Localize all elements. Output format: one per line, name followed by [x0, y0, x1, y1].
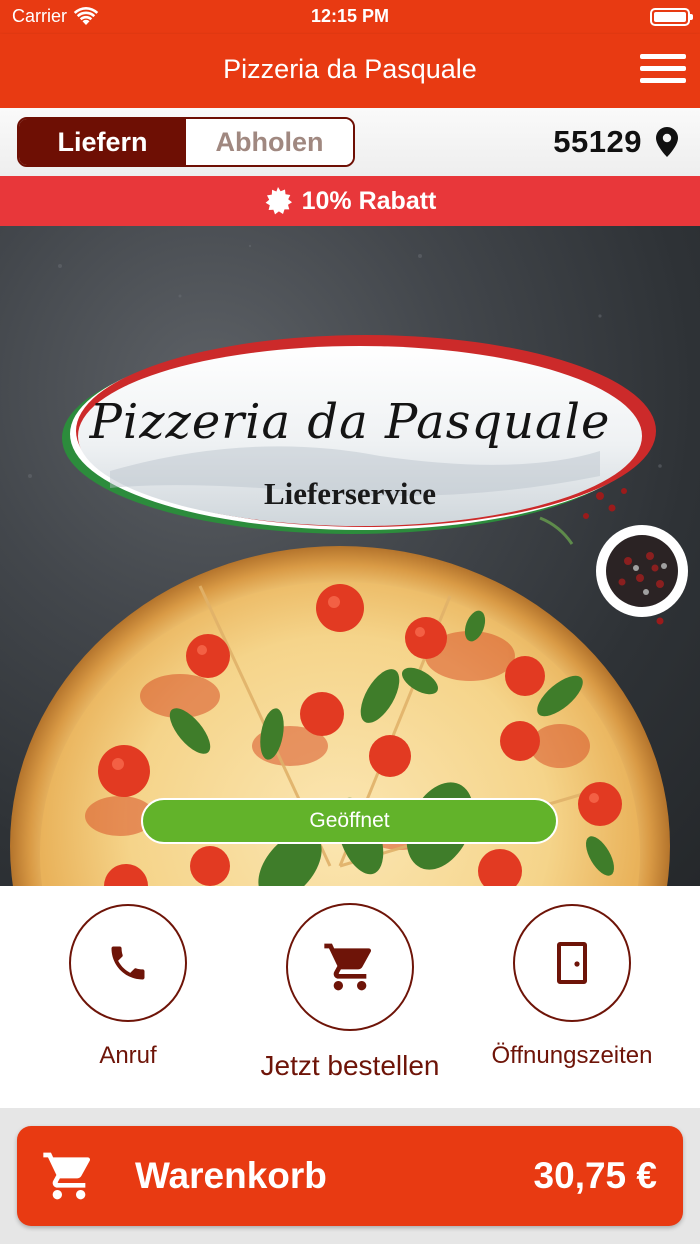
order-circle — [286, 903, 414, 1031]
pizza-illustration — [10, 244, 688, 886]
tab-liefern[interactable]: Liefern — [19, 119, 186, 165]
cart-bar: Warenkorb 30,75 € — [0, 1108, 700, 1244]
discount-label: 10% Rabatt — [301, 186, 437, 215]
call-label: Anruf — [99, 1042, 157, 1069]
call-circle — [69, 904, 187, 1022]
badge-icon — [265, 187, 292, 215]
cart-icon — [43, 1152, 91, 1200]
location-pin-icon — [656, 127, 678, 157]
status-bar: Carrier 12:15 PM — [0, 0, 700, 34]
logo-title: Pizzeria da Pasquale — [89, 394, 611, 450]
page-title: Pizzeria da Pasquale — [223, 54, 477, 84]
cart-button[interactable]: Warenkorb 30,75 € — [17, 1126, 683, 1226]
action-row: Anruf Jetzt bestellen Öffnungszeiten — [0, 886, 700, 1108]
cart-label: Warenkorb — [135, 1155, 327, 1196]
clock: 12:15 PM — [310, 6, 390, 26]
battery-icon — [650, 8, 693, 26]
hours-circle — [513, 904, 631, 1022]
hero-image: Pizzeria da Pasquale Lieferservice Geöff… — [0, 226, 700, 886]
discount-banner[interactable]: 10% Rabatt — [0, 176, 700, 226]
phone-icon — [111, 946, 145, 980]
postcode-selector[interactable]: 55129 — [553, 124, 678, 160]
tab-abholen[interactable]: Abholen — [186, 119, 353, 165]
order-now-button[interactable]: Jetzt bestellen — [240, 886, 460, 1096]
call-button[interactable]: Anruf — [18, 886, 238, 1086]
opening-hours-label: Öffnungszeiten — [491, 1042, 653, 1069]
door-icon — [557, 942, 587, 984]
hamburger-menu-icon[interactable] — [640, 52, 686, 86]
open-status-badge[interactable]: Geöffnet — [141, 798, 558, 844]
order-mode-row: Liefern Abholen 55129 — [0, 108, 700, 176]
postcode-label: 55129 — [553, 124, 642, 159]
order-now-label: Jetzt bestellen — [260, 1050, 440, 1081]
order-mode-toggle: Liefern Abholen — [17, 117, 355, 167]
cart-icon — [324, 943, 372, 991]
navigation-bar: Pizzeria da Pasquale — [0, 34, 700, 108]
logo-subtitle: Lieferservice — [263, 476, 437, 511]
cart-total: 30,75 € — [533, 1155, 657, 1196]
opening-hours-button[interactable]: Öffnungszeiten — [462, 886, 682, 1086]
